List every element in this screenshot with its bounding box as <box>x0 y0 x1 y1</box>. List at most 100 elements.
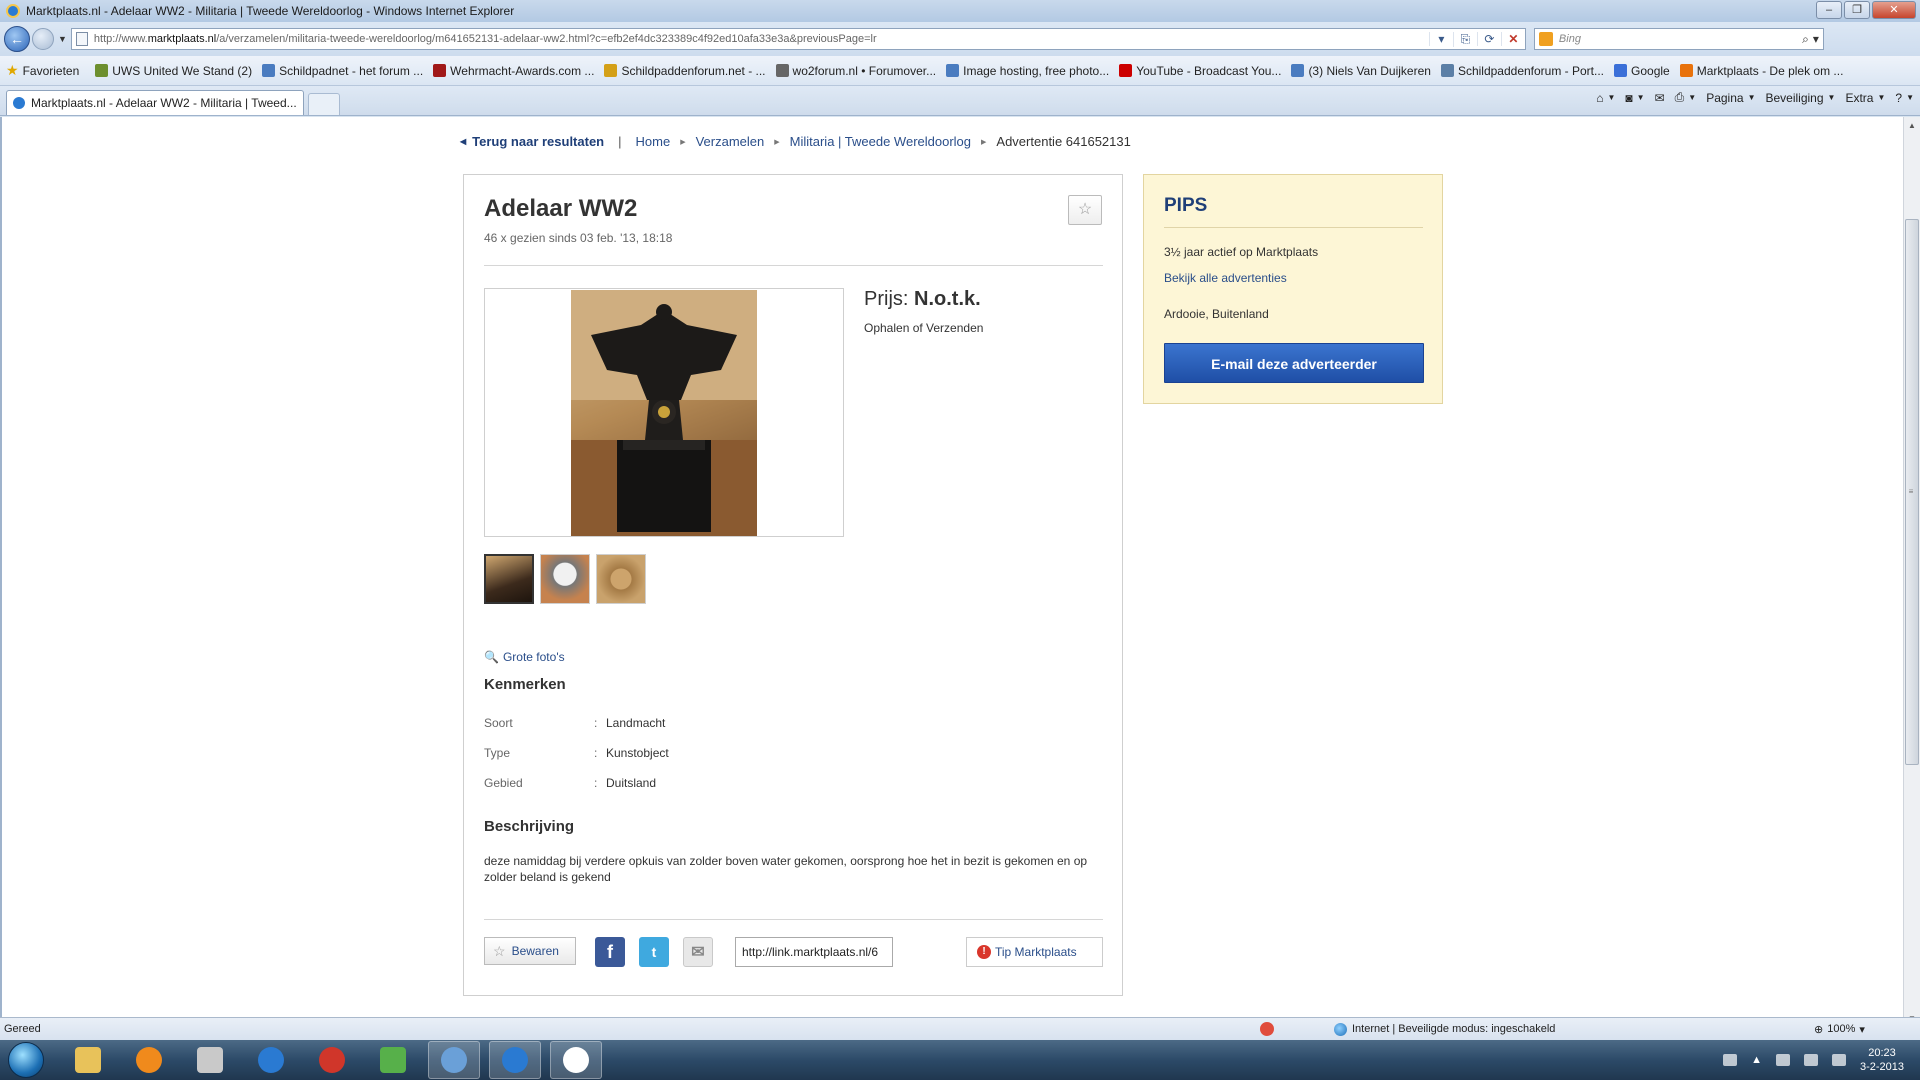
favorite-link[interactable]: (3) Niels Van Duijkeren <box>1291 64 1431 78</box>
favorite-label: (3) Niels Van Duijkeren <box>1308 63 1431 78</box>
back-to-results-link[interactable]: ◀ Terug naar resultaten <box>460 134 604 149</box>
taskbar-panda-icon[interactable] <box>550 1041 602 1079</box>
chevron-right-icon: ▶ <box>981 138 987 146</box>
seller-name[interactable]: PIPS <box>1164 195 1207 217</box>
vertical-scrollbar[interactable]: ▲ ≡ ▼ <box>1903 117 1920 1027</box>
tip-marktplaats-button[interactable]: ! Tip Marktplaats <box>966 937 1103 967</box>
tab-label: Marktplaats.nl - Adelaar WW2 - Militaria… <box>31 96 297 110</box>
help-button[interactable]: ? ▼ <box>1895 91 1914 105</box>
thumbnail-1[interactable] <box>484 554 534 604</box>
forward-button[interactable] <box>32 28 54 50</box>
ad-card: Adelaar WW2 46 x gezien sinds 03 feb. '1… <box>463 174 1123 996</box>
address-dropdown-icon[interactable]: ▾ <box>1428 32 1453 46</box>
system-tray: ▲ 20:23 3-2-2013 <box>1723 1040 1904 1080</box>
thumbnail-2[interactable] <box>540 554 590 604</box>
twitter-share-icon[interactable]: t <box>639 937 669 967</box>
favorite-link[interactable]: YouTube - Broadcast You... <box>1119 64 1281 78</box>
favorite-link[interactable]: Image hosting, free photo... <box>946 64 1109 78</box>
feature-row: Soort: Landmacht <box>484 716 666 730</box>
divider <box>1164 227 1423 228</box>
taskbar-browser-icon[interactable] <box>306 1041 358 1079</box>
favorite-star-button[interactable]: ☆ <box>1068 195 1102 225</box>
taskbar-app-icon[interactable] <box>184 1041 236 1079</box>
tray-expand-icon[interactable]: ▲ <box>1751 1054 1762 1066</box>
ie-page-icon <box>13 97 25 109</box>
history-dropdown-icon[interactable]: ▼ <box>58 34 67 44</box>
breadcrumb-home[interactable]: Home <box>636 134 671 149</box>
tools-menu[interactable]: Extra ▼ <box>1845 91 1885 105</box>
globe-icon <box>1334 1022 1347 1036</box>
back-button[interactable]: ← <box>4 26 30 52</box>
favorites-button[interactable]: Favorieten <box>23 64 80 78</box>
taskbar-media-player-icon[interactable] <box>123 1041 175 1079</box>
email-advertiser-button[interactable]: E-mail deze adverteerder <box>1164 343 1424 383</box>
seller-all-ads-link[interactable]: Bekijk alle advertenties <box>1164 271 1287 285</box>
share-link-field[interactable]: http://link.marktplaats.nl/6 <box>735 937 893 967</box>
stop-icon[interactable]: ✕ <box>1500 32 1525 46</box>
ad-title: Adelaar WW2 <box>484 195 638 222</box>
zoom-dropdown-icon[interactable]: ▾ <box>1859 1023 1865 1036</box>
thumbnail-3[interactable] <box>596 554 646 604</box>
favorite-link[interactable]: wo2forum.nl • Forumover... <box>775 64 936 78</box>
save-button[interactable]: ☆ Bewaren <box>484 937 576 965</box>
warning-icon: ! <box>977 945 991 959</box>
price: Prijs: N.o.t.k. <box>864 288 981 310</box>
security-zone[interactable]: Internet | Beveiligde modus: ingeschakel… <box>1334 1022 1754 1036</box>
print-button[interactable]: ⎙ ▼ <box>1675 90 1697 105</box>
search-box[interactable]: Bing ⌕ ▾ <box>1533 28 1824 50</box>
favorite-link[interactable]: Schildpadnet - het forum ... <box>262 64 423 78</box>
favorite-link[interactable]: Wehrmacht-Awards.com ... <box>433 64 594 78</box>
taskbar-settings-icon[interactable] <box>428 1041 480 1079</box>
favorites-star-icon[interactable]: ★ <box>6 62 19 79</box>
tab-marktplaats[interactable]: Marktplaats.nl - Adelaar WW2 - Militaria… <box>6 90 304 115</box>
seller-active-since: 3½ jaar actief op Marktplaats <box>1164 245 1319 259</box>
breadcrumb-verzamelen[interactable]: Verzamelen <box>696 134 765 149</box>
close-window-button[interactable]: ✕ <box>1872 1 1916 19</box>
minimize-button[interactable]: – <box>1816 1 1842 19</box>
address-url[interactable]: http://www.marktplaats.nl/a/verzamelen/m… <box>94 33 1429 45</box>
facebook-share-icon[interactable]: f <box>595 937 625 967</box>
favorite-link[interactable]: Google <box>1614 64 1670 78</box>
safety-menu[interactable]: Beveiliging ▼ <box>1765 91 1835 105</box>
taskbar-ie-icon[interactable] <box>245 1041 297 1079</box>
keyboard-icon[interactable] <box>1723 1054 1738 1066</box>
divider <box>484 919 1103 920</box>
volume-icon[interactable] <box>1831 1054 1846 1066</box>
favorite-link[interactable]: Schildpaddenforum.net - ... <box>604 64 766 78</box>
zoom-level[interactable]: ⊕ 100% ▾ <box>1814 1023 1865 1036</box>
new-tab-button[interactable] <box>308 93 340 115</box>
refresh-icon[interactable]: ⟳ <box>1476 32 1501 46</box>
page-menu[interactable]: Pagina ▼ <box>1706 91 1755 105</box>
flag-icon[interactable] <box>1775 1054 1790 1066</box>
search-icon[interactable]: ⌕ <box>1802 32 1813 47</box>
favorite-link[interactable]: UWS United We Stand (2) <box>95 64 252 78</box>
maximize-button[interactable]: ❐ <box>1844 1 1870 19</box>
mail-button[interactable]: ✉ <box>1655 91 1665 105</box>
favorite-label: UWS United We Stand (2) <box>112 63 253 78</box>
main-photo[interactable] <box>484 288 844 537</box>
clock[interactable]: 20:23 3-2-2013 <box>1860 1046 1904 1074</box>
breadcrumb-militaria[interactable]: Militaria | Tweede Wereldoorlog <box>790 134 971 149</box>
favorite-label: Marktplaats - De plek om ... <box>1696 63 1844 78</box>
big-photos-link[interactable]: 🔍 Grote foto's <box>484 650 565 664</box>
favorite-site-icon <box>946 64 960 77</box>
compatibility-view-icon[interactable]: ⎘ <box>1452 31 1477 47</box>
address-bar[interactable]: http://www.marktplaats.nl/a/verzamelen/m… <box>70 28 1526 50</box>
breadcrumb-current: Advertentie 641652131 <box>996 134 1131 149</box>
feeds-button[interactable]: ◙ ▼ <box>1625 91 1644 105</box>
search-dropdown-icon[interactable]: ▾ <box>1813 32 1823 46</box>
network-icon[interactable] <box>1803 1054 1818 1066</box>
status-bar: Gereed Internet | Beveiligde modus: inge… <box>0 1017 1920 1040</box>
start-button[interactable] <box>8 1042 44 1078</box>
taskbar-explorer-icon[interactable] <box>62 1041 114 1079</box>
taskbar-messenger-icon[interactable] <box>367 1041 419 1079</box>
scroll-up-icon[interactable]: ▲ <box>1904 117 1920 134</box>
favorite-link[interactable]: Marktplaats - De plek om ... <box>1679 63 1844 78</box>
taskbar-ie-active-icon[interactable] <box>489 1041 541 1079</box>
home-button[interactable]: ⌂ ▼ <box>1596 91 1615 105</box>
favorites-bar: ★ Favorieten UWS United We Stand (2) Schi… <box>0 56 1920 86</box>
favorite-link[interactable]: Schildpaddenforum - Port... <box>1440 64 1604 78</box>
magnifier-icon: 🔍 <box>484 650 499 664</box>
mail-share-icon[interactable]: ✉ <box>683 937 713 967</box>
description-text: deze namiddag bij verdere opkuis van zol… <box>484 854 1088 884</box>
